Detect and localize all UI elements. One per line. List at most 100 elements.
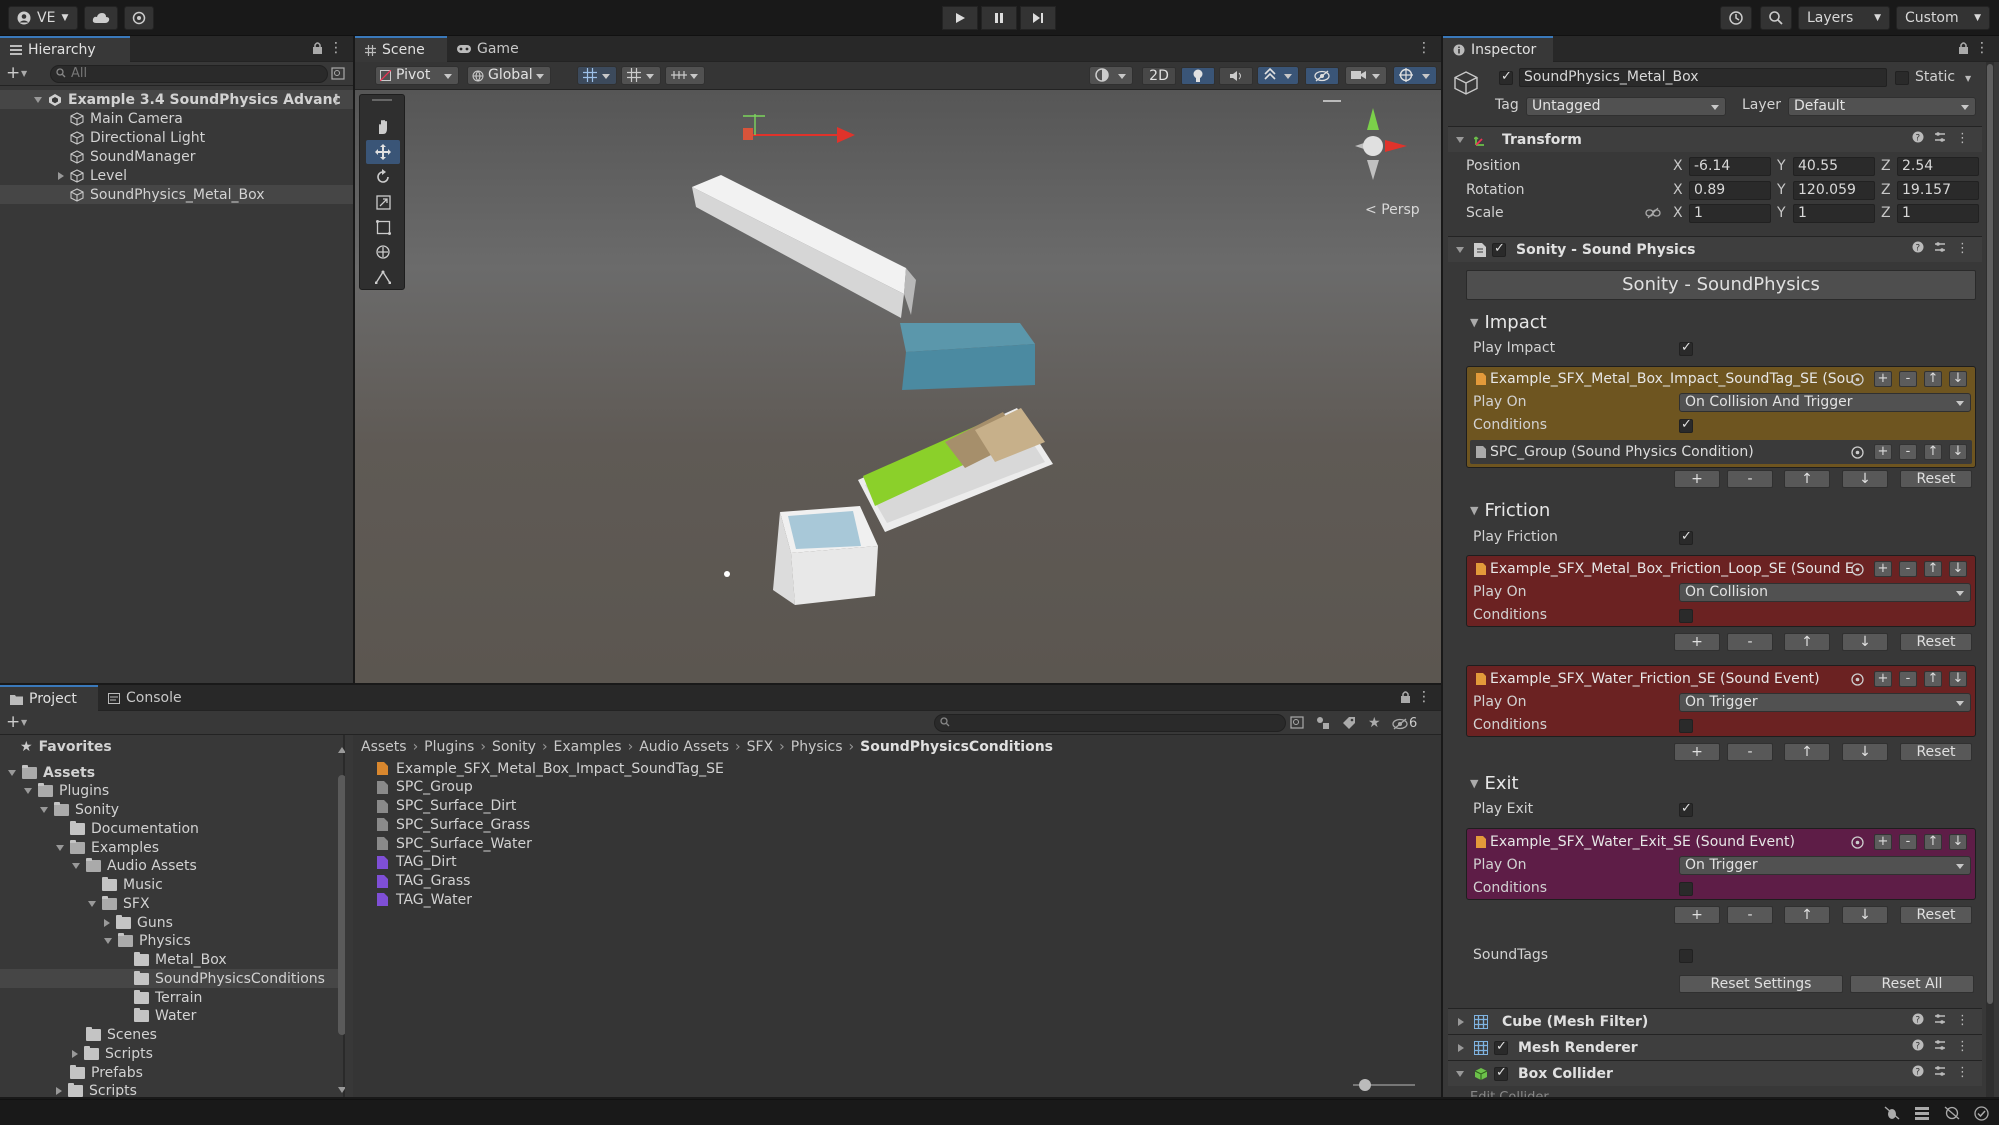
search-button[interactable] — [1760, 6, 1792, 30]
exit-list-remove-button[interactable]: - — [1727, 906, 1773, 924]
asset-list-item[interactable]: SPC_Surface_Water — [353, 834, 1441, 853]
breadcrumb-item[interactable]: SFX — [747, 739, 774, 755]
more-menu-icon[interactable]: ⋮ — [1956, 131, 1969, 146]
friction-event-2-field[interactable]: Example_SFX_Water_Friction_SE (Sound Eve… — [1490, 671, 1855, 687]
more-menu-icon[interactable]: ⋮ — [1975, 40, 1989, 56]
collapse-arrow-icon[interactable] — [104, 938, 112, 945]
help-icon[interactable]: ? — [1912, 131, 1924, 146]
friction-1-down-button[interactable]: ↓ — [1949, 561, 1967, 577]
camera-dropdown[interactable] — [1345, 66, 1387, 85]
scale-y-field[interactable]: 1 — [1793, 204, 1875, 223]
exit-remove-button[interactable]: - — [1899, 834, 1917, 850]
custom-tool[interactable] — [366, 265, 400, 289]
axis-y-label[interactable]: Y — [1777, 182, 1786, 198]
collab-button[interactable] — [124, 6, 154, 30]
condition-add-button[interactable]: + — [1874, 444, 1892, 460]
axis-z-label[interactable]: Z — [1881, 205, 1891, 221]
axis-x-label[interactable]: X — [1673, 205, 1683, 221]
lock-icon[interactable] — [1958, 41, 1969, 54]
axis-y-label[interactable]: Y — [1777, 205, 1786, 221]
step-button[interactable] — [1020, 6, 1056, 30]
friction-2-up-button[interactable]: ↑ — [1924, 671, 1942, 687]
add-icon[interactable]: + — [6, 712, 20, 732]
condition-remove-button[interactable]: - — [1899, 444, 1917, 460]
exit-list-add-button[interactable]: + — [1674, 906, 1720, 924]
condition-move-down-button[interactable]: ↓ — [1949, 444, 1967, 460]
hierarchy-item-level[interactable]: Level — [0, 166, 353, 185]
asset-list-item[interactable]: SPC_Surface_Grass — [353, 815, 1441, 834]
projection-label[interactable]: < Persp — [1365, 202, 1420, 218]
folder-tree-item[interactable]: Sonity — [0, 801, 345, 820]
expand-arrow-icon[interactable] — [56, 1087, 62, 1096]
search-filter-icon[interactable] — [1290, 716, 1304, 729]
reset-settings-button[interactable]: Reset Settings — [1679, 975, 1843, 993]
lighting-toggle[interactable] — [1181, 67, 1215, 85]
object-picker-icon[interactable] — [1851, 673, 1864, 686]
asset-list-item[interactable]: SPC_Group — [353, 778, 1441, 797]
scale-z-field[interactable]: 1 — [1897, 204, 1979, 223]
expand-arrow-icon[interactable] — [58, 171, 64, 180]
breadcrumb-item[interactable]: SoundPhysicsConditions — [860, 739, 1053, 755]
vertex-snap-dropdown[interactable] — [665, 66, 705, 85]
position-y-field[interactable]: 40.55 — [1793, 157, 1875, 176]
help-icon[interactable]: ? — [1912, 241, 1924, 256]
hand-tool[interactable] — [366, 115, 400, 139]
preset-icon[interactable] — [1934, 1065, 1946, 1080]
tab-game[interactable]: Game — [447, 36, 527, 62]
object-picker-icon[interactable] — [1851, 373, 1864, 386]
collapse-arrow-icon[interactable] — [1456, 136, 1464, 143]
condition-move-up-button[interactable]: ↑ — [1924, 444, 1942, 460]
chevron-down-icon[interactable]: ▼ — [1965, 74, 1971, 83]
hierarchy-search-input[interactable]: All — [50, 65, 328, 83]
transform-tool[interactable] — [366, 240, 400, 264]
object-picker-icon[interactable] — [1851, 836, 1864, 849]
friction-2-reset-button[interactable]: Reset — [1900, 743, 1972, 761]
filter-by-type-icon[interactable] — [1316, 716, 1330, 730]
friction-event-1-field[interactable]: Example_SFX_Metal_Box_Friction_Loop_SE (… — [1490, 561, 1855, 577]
expand-arrow-icon[interactable] — [1458, 1043, 1464, 1052]
scene-row[interactable]: Example 3.4 SoundPhysics Advanc ⋮ — [0, 90, 353, 109]
collapse-arrow-icon[interactable] — [40, 807, 48, 813]
folder-tree-item[interactable]: Examples — [0, 838, 345, 857]
grid-snap-dropdown[interactable] — [577, 66, 617, 85]
asset-list-item[interactable]: Example_SFX_Metal_Box_Impact_SoundTag_SE — [353, 759, 1441, 778]
folder-tree-item[interactable]: Water — [0, 1007, 345, 1026]
toggle-2d-button[interactable]: 2D — [1142, 67, 1176, 85]
asset-list-item[interactable]: SPC_Surface_Dirt — [353, 797, 1441, 816]
sonity-component-header[interactable]: Sonity - Sound Physics — [1448, 236, 1982, 262]
axis-x-label[interactable]: X — [1673, 182, 1683, 198]
friction-section-title[interactable]: ▼ Friction — [1470, 500, 1550, 521]
impact-list-add-button[interactable]: + — [1674, 470, 1720, 488]
object-picker-icon[interactable] — [1851, 446, 1864, 459]
collapse-arrow-icon[interactable] — [72, 863, 80, 870]
folder-tree-item[interactable]: Physics — [0, 932, 345, 951]
collapse-arrow-icon[interactable] — [24, 788, 32, 795]
box-collider-header[interactable]: Box Collider — [1448, 1060, 1982, 1086]
box-collider-enabled-checkbox[interactable] — [1494, 1065, 1508, 1081]
tab-console[interactable]: Console — [98, 685, 194, 711]
account-dropdown[interactable]: VE ▼ — [8, 6, 78, 30]
hidden-packages-toggle[interactable]: 6 — [1392, 716, 1417, 731]
icon-size-slider-knob[interactable] — [1359, 1079, 1371, 1091]
play-button[interactable] — [942, 6, 978, 30]
folder-tree-item[interactable]: Guns — [0, 913, 345, 932]
friction-2-play-on-dropdown[interactable]: On Trigger — [1679, 693, 1971, 712]
impact-list-down-button[interactable]: ↓ — [1842, 470, 1888, 488]
rect-tool[interactable] — [366, 215, 400, 239]
friction-2-conditions-checkbox[interactable] — [1679, 719, 1693, 733]
friction-1-list-down-button[interactable]: ↓ — [1842, 633, 1888, 651]
collapse-arrow-icon[interactable] — [1456, 1070, 1464, 1077]
friction-2-list-down-button[interactable]: ↓ — [1842, 743, 1888, 761]
inspector-scrollbar[interactable] — [1987, 64, 1993, 1004]
tab-scene[interactable]: Scene — [355, 36, 447, 62]
sonity-enabled-checkbox[interactable] — [1492, 241, 1506, 257]
check-circle-icon[interactable] — [1974, 1106, 1989, 1121]
hierarchy-item-directional-light[interactable]: Directional Light — [0, 128, 353, 147]
more-menu-icon[interactable]: ⋮ — [1956, 1039, 1969, 1054]
breadcrumb-item[interactable]: Audio Assets — [639, 739, 729, 755]
link-icon[interactable] — [1645, 207, 1661, 219]
chevron-down-icon[interactable]: ▼ — [21, 718, 27, 727]
folder-tree-item[interactable]: Prefabs — [0, 1063, 345, 1082]
exit-down-button[interactable]: ↓ — [1949, 834, 1967, 850]
friction-1-remove-button[interactable]: - — [1899, 561, 1917, 577]
